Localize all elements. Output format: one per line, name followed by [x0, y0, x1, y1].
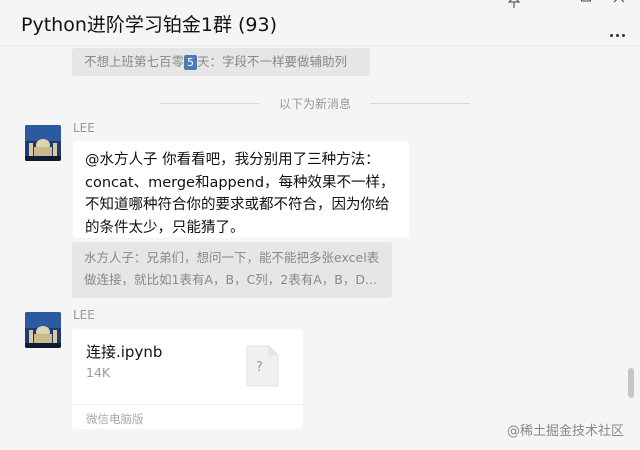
avatar[interactable] — [25, 125, 61, 161]
file-icon: ? — [245, 345, 279, 387]
file-source: 微信电脑版 — [86, 412, 144, 426]
chat-title: Python进阶学习铂金1群 (93) — [21, 14, 277, 36]
close-icon[interactable] — [608, 0, 630, 12]
title-bar: Python进阶学习铂金1群 (93) — [0, 0, 640, 46]
message-line: 的条件太少，只能猜了。 — [85, 219, 245, 236]
file-size: 14K — [86, 365, 111, 380]
new-messages-divider: 以下为新消息 — [160, 94, 470, 112]
sender-name: LEE — [73, 308, 95, 322]
file-card[interactable]: 连接.ipynb 14K ? 微信电脑版 — [72, 329, 303, 429]
watermark: @稀土掘金技术社区 — [506, 424, 624, 439]
minimize-icon[interactable] — [540, 0, 562, 12]
message-line: concat、merge和append，每种效果不一样， — [85, 174, 395, 191]
emoji-badge: 5 — [184, 55, 198, 70]
quoted-line: 水方人子：兄弟们，想问一下，能不能把多张excel表 — [84, 250, 380, 265]
scrollbar[interactable] — [628, 368, 634, 398]
message-bubble[interactable]: @水方人子 你看看吧，我分别用了三种方法： concat、merge和appen… — [73, 141, 409, 238]
file-icon-label: ? — [256, 360, 263, 375]
sender-name: LEE — [73, 121, 95, 135]
message-line: 不知道哪种符合你的要求或都不符合，因为你给 — [85, 197, 390, 213]
quoted-line: 做连接，就比如1表有A，B，C列，2表有A，B，D... — [84, 272, 377, 287]
quoted-message[interactable]: 水方人子：兄弟们，想问一下，能不能把多张excel表 做连接，就比如1表有A，B… — [72, 242, 392, 298]
quoted-message[interactable]: 不想上班第七百零 5 天：字段不一样要做辅助列 — [72, 48, 370, 76]
message-line: @水方人子 你看看吧，我分别用了三种方法： — [85, 152, 380, 168]
pin-icon[interactable] — [503, 0, 525, 12]
file-name: 连接.ipynb — [86, 343, 163, 361]
quoted-text: 不想上班第七百零 — [84, 54, 185, 69]
quoted-text-suffix: 天：字段不一样要做辅助列 — [197, 54, 348, 69]
more-icon[interactable] — [608, 22, 630, 37]
avatar[interactable] — [25, 312, 61, 348]
maximize-icon[interactable] — [575, 0, 597, 12]
divider-text: 以下为新消息 — [278, 97, 351, 111]
